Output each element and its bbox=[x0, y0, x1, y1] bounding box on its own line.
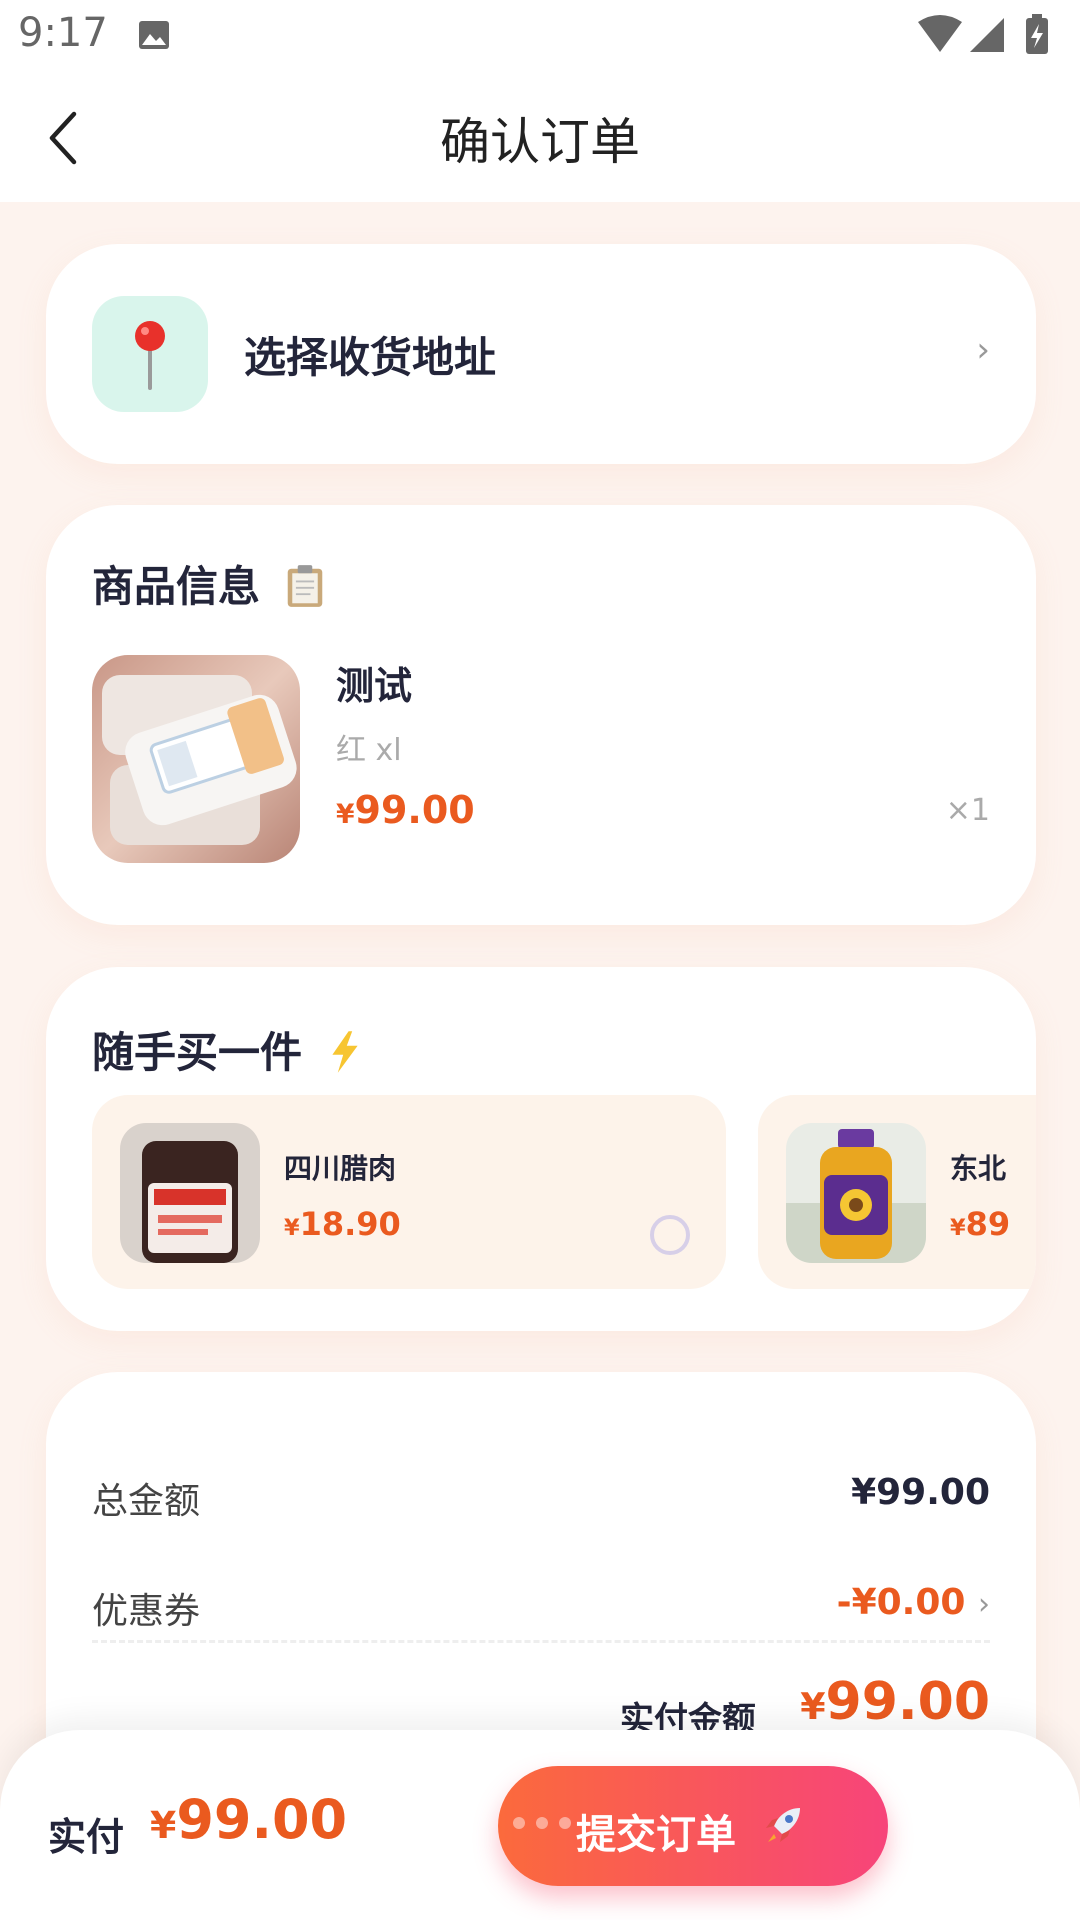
coupon-selector[interactable]: -¥0.00 › bbox=[837, 1582, 990, 1623]
signal-icon bbox=[970, 18, 1004, 52]
currency-symbol: ¥ bbox=[336, 799, 355, 830]
submit-order-label: 提交订单 bbox=[576, 1812, 736, 1858]
bottom-bar: 实付 ¥99.00 提交订单 bbox=[0, 1730, 1080, 1920]
product-spec: 红 xl bbox=[336, 733, 402, 768]
recommend-item[interactable]: 东北 ¥89 bbox=[758, 1095, 1036, 1289]
pay-amount-value: ¥99.00 bbox=[800, 1672, 990, 1732]
recommend-select-radio[interactable] bbox=[650, 1215, 690, 1255]
status-bar: 9:17 bbox=[0, 0, 1080, 72]
page-title: 确认订单 bbox=[440, 113, 640, 171]
recommend-item-price: ¥18.90 bbox=[284, 1205, 401, 1243]
rocket-icon bbox=[766, 1808, 800, 1842]
currency-symbol: ¥ bbox=[284, 1215, 300, 1241]
image-notification-icon bbox=[139, 21, 169, 49]
recommend-item[interactable]: 四川腊肉 ¥18.90 bbox=[92, 1095, 726, 1289]
nav-bar: 确认订单 bbox=[0, 72, 1080, 202]
recommend-scroll[interactable]: 四川腊肉 ¥18.90 东北 ¥89 bbox=[92, 1095, 1036, 1289]
total-value: ¥99.00 bbox=[851, 1472, 990, 1513]
wipes-package-image bbox=[102, 675, 297, 845]
bottom-pay-value: ¥99.00 bbox=[150, 1788, 347, 1851]
dashed-divider bbox=[92, 1640, 990, 1643]
recommend-item-image bbox=[120, 1123, 260, 1263]
recommend-item-price: ¥89 bbox=[950, 1205, 1010, 1243]
location-pin-icon bbox=[135, 321, 165, 390]
recommend-item-image bbox=[786, 1123, 926, 1263]
section-title-text: 商品信息 bbox=[92, 562, 261, 611]
submit-order-button[interactable]: 提交订单 bbox=[498, 1766, 888, 1886]
price-value: 99.00 bbox=[354, 788, 475, 832]
currency-symbol: ¥ bbox=[800, 1685, 826, 1728]
loading-dots-icon bbox=[513, 1817, 571, 1829]
section-title-product: 商品信息 bbox=[92, 553, 325, 614]
address-label: 选择收货地址 bbox=[244, 333, 497, 382]
address-selector[interactable]: 选择收货地址 › bbox=[46, 244, 1036, 464]
coupon-value: -¥0.00 bbox=[836, 1582, 966, 1623]
recommend-item-name: 四川腊肉 bbox=[284, 1152, 397, 1185]
address-icon-box bbox=[92, 296, 208, 412]
chevron-right-icon: › bbox=[978, 1587, 990, 1622]
total-label: 总金额 bbox=[92, 1481, 201, 1522]
wifi-icon bbox=[918, 15, 962, 52]
lightning-icon bbox=[332, 1031, 358, 1073]
recommend-card: 随手买一件 四川腊肉 ¥18.90 东北 ¥89 bbox=[46, 967, 1036, 1331]
recommend-item-name: 东北 bbox=[950, 1152, 1007, 1185]
bottom-pay-label: 实付 bbox=[48, 1815, 125, 1859]
clipboard-icon bbox=[287, 565, 322, 607]
currency-symbol: ¥ bbox=[150, 1803, 177, 1847]
price-value: 18.90 bbox=[299, 1205, 401, 1243]
product-info-card: 商品信息 测试 红 xl ¥99.00 ×1 bbox=[46, 505, 1036, 925]
product-quantity: ×1 bbox=[945, 793, 990, 828]
product-image[interactable] bbox=[92, 655, 300, 863]
price-value: 89 bbox=[965, 1205, 1011, 1243]
status-time: 9:17 bbox=[18, 10, 108, 56]
product-name: 测试 bbox=[336, 664, 413, 708]
battery-icon bbox=[1026, 14, 1048, 54]
section-title-recommend: 随手买一件 bbox=[92, 1019, 363, 1080]
oil-product-image bbox=[786, 1123, 926, 1263]
chevron-right-icon: › bbox=[976, 330, 990, 370]
currency-symbol: ¥ bbox=[950, 1215, 966, 1241]
section-title-text: 随手买一件 bbox=[92, 1028, 303, 1077]
status-icons bbox=[918, 14, 1048, 54]
price-value: 99.00 bbox=[176, 1788, 348, 1851]
coupon-label: 优惠券 bbox=[92, 1591, 201, 1632]
bacon-product-image bbox=[120, 1123, 260, 1263]
product-price: ¥99.00 bbox=[336, 788, 475, 832]
price-value: 99.00 bbox=[825, 1672, 990, 1732]
